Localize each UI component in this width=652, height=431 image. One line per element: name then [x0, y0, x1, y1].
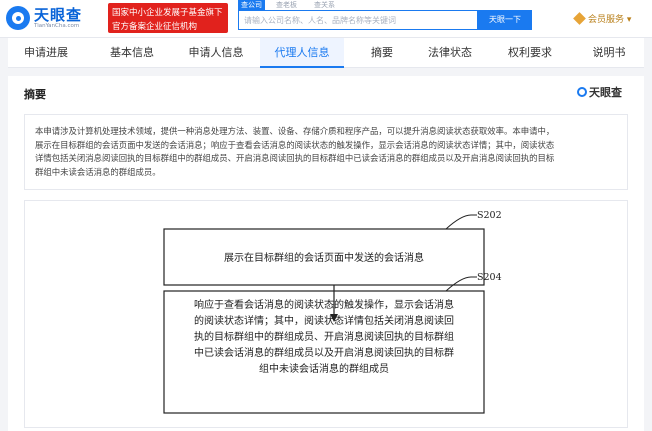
tab-agent-info[interactable]: 代理人信息 [260, 38, 344, 68]
step-s202-leader [445, 214, 477, 230]
logo-name: 天眼查 [34, 6, 83, 24]
step-s204-line: 的阅读状态详情；其中，阅读状态详情包括关闭消息阅读回 [194, 314, 454, 327]
step-s204-line: 组中未读会话消息的群组成员 [259, 362, 389, 375]
abstract-line: 展示在目标群组的会话页面中发送的会话消息；响应于查看会话消息的阅读状态的触发操作… [35, 139, 555, 150]
gov-badge: 国家中小企业发展子基金旗下 官方备案企业征信机构 [108, 3, 228, 33]
brand-watermark: 天眼查 [577, 84, 622, 100]
tab-legal-status[interactable]: 法律状态 [412, 38, 488, 68]
patent-tab-nav: 申请进展 基本信息 申请人信息 代理人信息 摘要 法律状态 权利要求 说明书 [8, 38, 644, 68]
step-s202-text: 展示在目标群组的会话页面中发送的会话消息 [224, 251, 424, 264]
top-header: 天眼查 TianYanCha.com 国家中小企业发展子基金旗下 官方备案企业征… [0, 0, 652, 38]
search-tab-company[interactable]: 查公司 [238, 0, 265, 10]
abstract-text: 本申请涉及计算机处理技术领域，提供一种消息处理方法、装置、设备、存储介质和程序产… [24, 114, 628, 190]
gov-badge-line1: 国家中小企业发展子基金旗下 [112, 8, 223, 18]
abstract-line: 详情包括关闭消息阅读回执的目标群组中的群组成员、开启消息阅读回执的目标群组中已读… [35, 153, 555, 163]
search-tab-boss[interactable]: 查老板 [276, 0, 297, 10]
search-box [238, 10, 478, 30]
vip-label: 会员服务 ▾ [588, 15, 632, 25]
tianyancha-logo[interactable]: 天眼查 TianYanCha.com [6, 4, 106, 34]
tab-applicant-info[interactable]: 申请人信息 [174, 38, 258, 68]
tab-description[interactable]: 说明书 [574, 38, 644, 68]
abstract-figure: S202 展示在目标群组的会话页面中发送的会话消息 S204 响应于查看会话消息… [24, 200, 628, 428]
step-s204-leader [445, 276, 477, 292]
tab-claims[interactable]: 权利要求 [492, 38, 568, 68]
step-s204-label: S204 [477, 272, 502, 283]
abstract-card: 摘要 天眼查 本申请涉及计算机处理技术领域，提供一种消息处理方法、装置、设备、存… [8, 76, 644, 431]
crown-icon [573, 12, 586, 25]
abstract-line: 本申请涉及计算机处理技术领域，提供一种消息处理方法、装置、设备、存储介质和程序产… [35, 126, 555, 136]
vip-service-menu[interactable]: 会员服务 ▾ [573, 12, 632, 25]
section-title: 摘要 [24, 88, 46, 101]
abstract-line: 群组中未读会话消息的群组成员。 [35, 166, 161, 177]
gov-badge-line2: 官方备案企业征信机构 [112, 22, 198, 32]
search-button[interactable]: 天眼一下 [478, 10, 532, 30]
step-s204-line: 响应于查看会话消息的阅读状态的触发操作，显示会话消息 [194, 298, 454, 311]
brand-name: 天眼查 [589, 86, 622, 99]
flowchart-diagram: S202 展示在目标群组的会话页面中发送的会话消息 S204 响应于查看会话消息… [163, 210, 502, 414]
eye-logo-icon [6, 6, 30, 30]
tab-abstract[interactable]: 摘要 [348, 38, 416, 68]
tab-basic-info[interactable]: 基本信息 [94, 38, 170, 68]
logo-domain: TianYanCha.com [34, 23, 80, 29]
search-tab-relation[interactable]: 查关系 [314, 0, 335, 10]
step-s204-line: 中已读会话消息的群组成员以及开启消息阅读回执的目标群 [194, 346, 454, 359]
tab-application-progress[interactable]: 申请进展 [8, 38, 84, 68]
search-input[interactable] [239, 11, 477, 29]
step-s202-label: S202 [477, 210, 502, 221]
step-s204-line: 执的目标群组中的群组成员、开启消息阅读回执的目标群组 [194, 330, 454, 343]
eye-brand-icon [577, 87, 587, 97]
